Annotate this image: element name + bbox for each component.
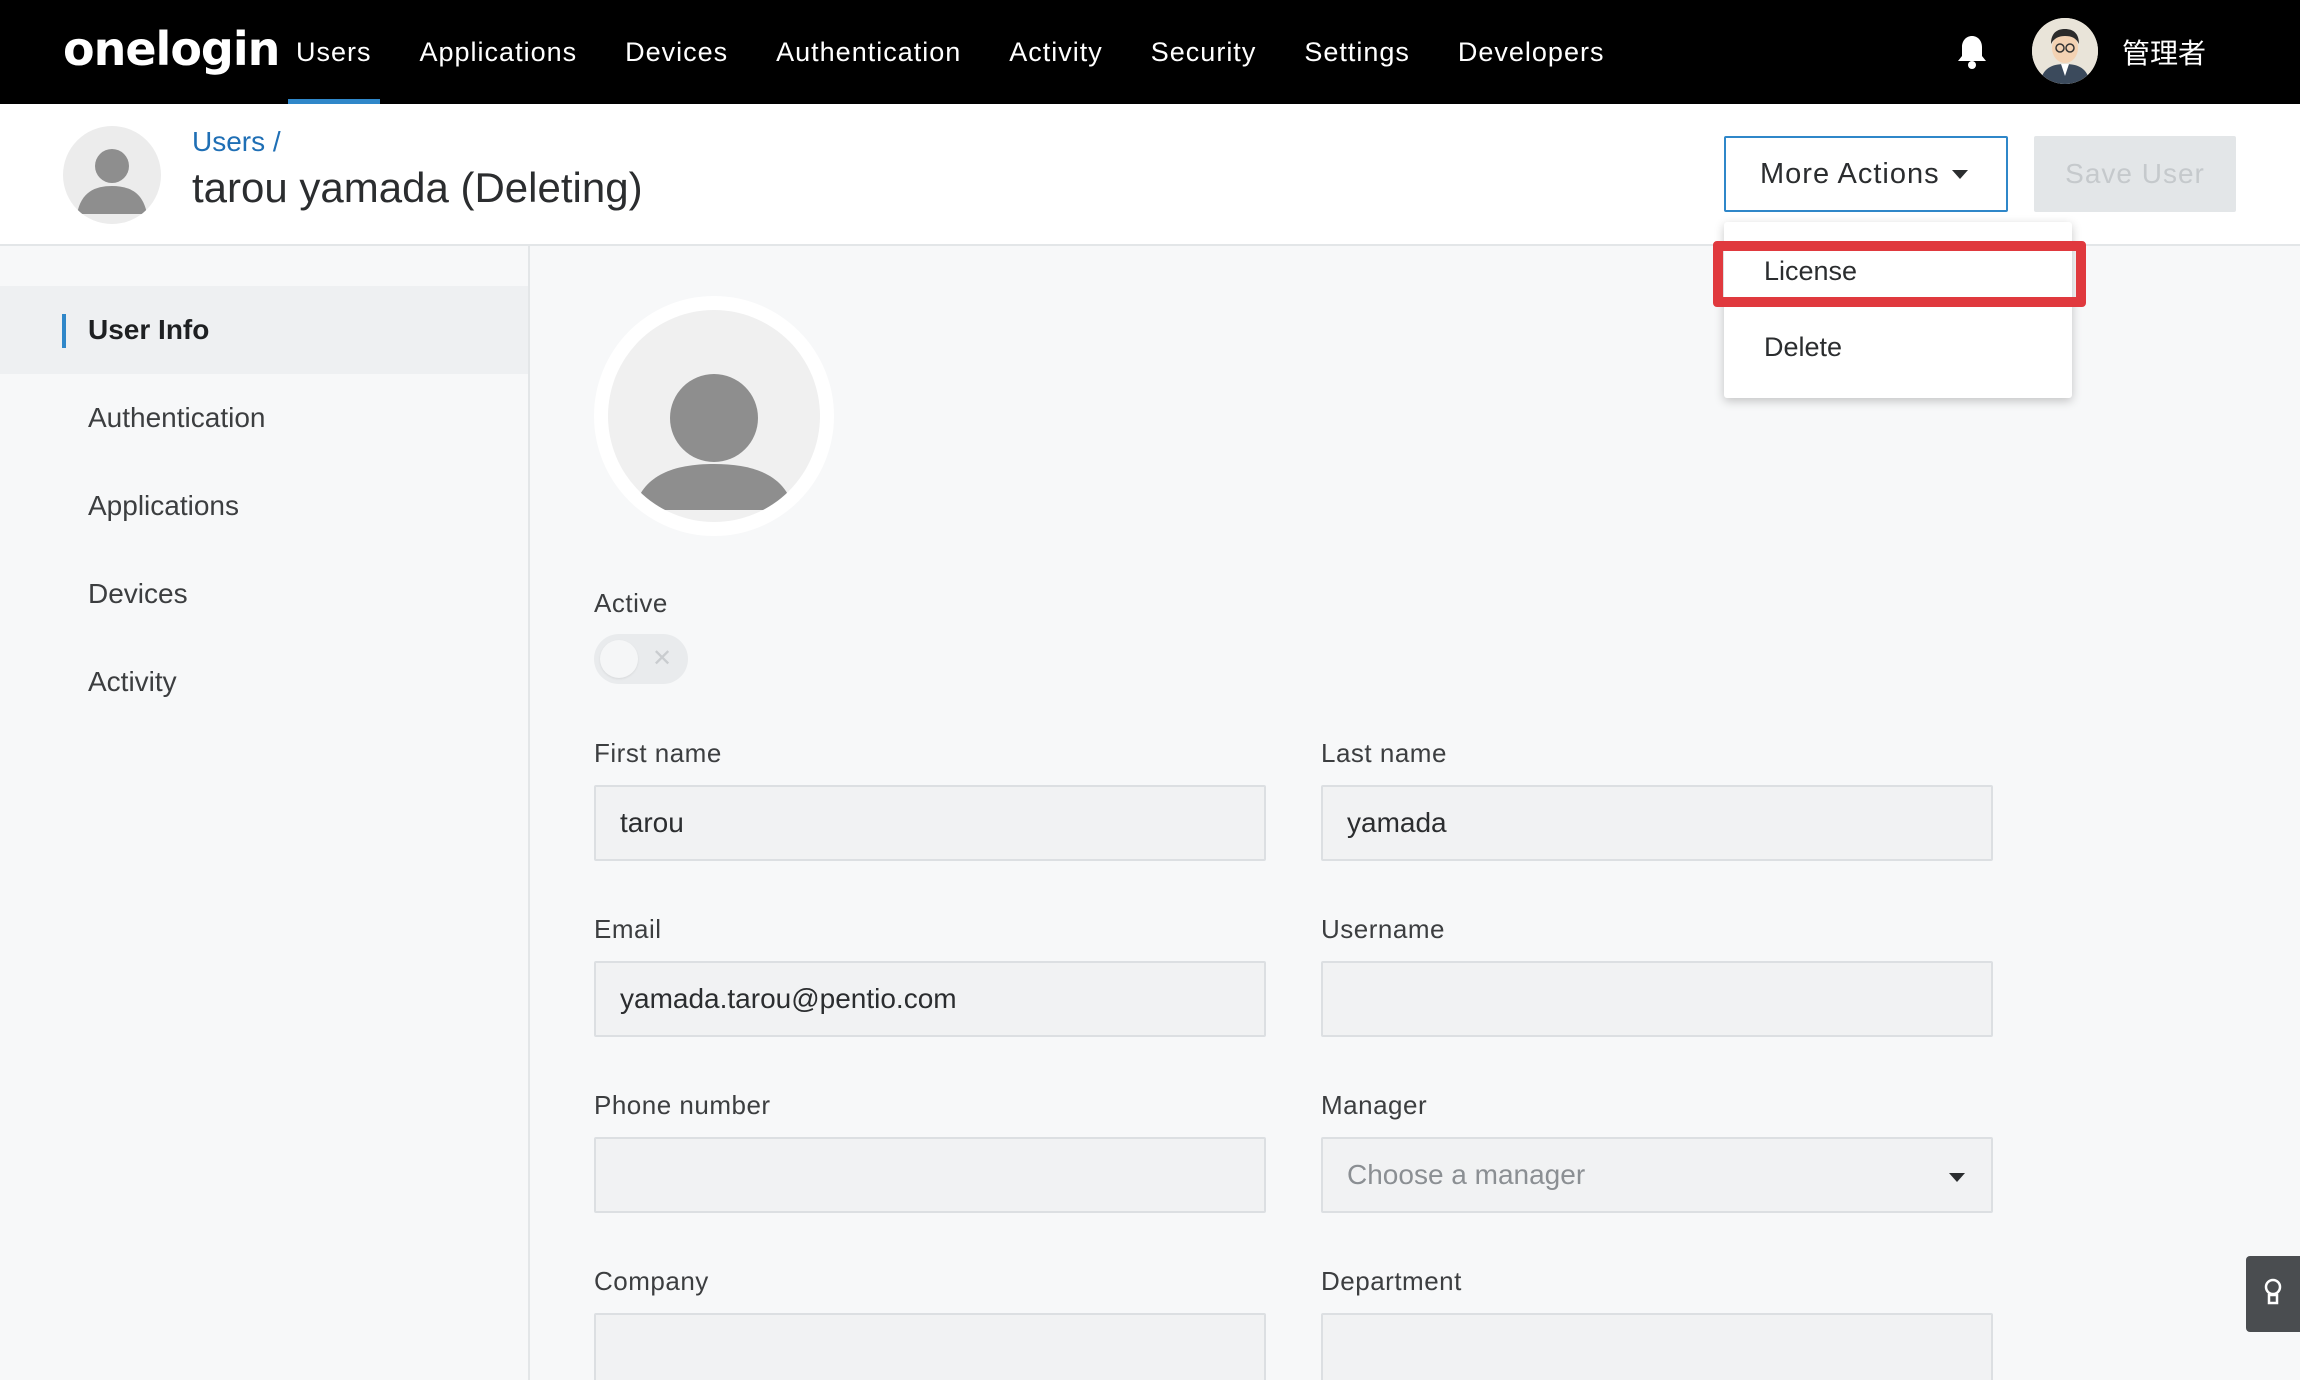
sidebar-item-authentication[interactable]: Authentication (0, 374, 528, 462)
email-field[interactable]: yamada.tarou@pentio.com (594, 961, 1266, 1037)
nav-settings[interactable]: Settings (1296, 0, 1418, 104)
more-actions-label: More Actions (1760, 157, 1940, 190)
bell-icon[interactable] (1956, 34, 1988, 70)
chevron-down-icon (1952, 170, 1968, 179)
profile-photo[interactable] (594, 296, 834, 536)
department-label: Department (1321, 1266, 1462, 1296)
nav-developers[interactable]: Developers (1450, 0, 1613, 104)
department-field[interactable] (1321, 1313, 1993, 1380)
sidebar-item-activity[interactable]: Activity (0, 638, 528, 726)
manager-placeholder: Choose a manager (1347, 1159, 1586, 1190)
chevron-down-icon (1949, 1173, 1965, 1182)
manager-select[interactable]: Choose a manager (1321, 1137, 1993, 1213)
breadcrumb[interactable]: Users / (192, 126, 281, 158)
nav-applications[interactable]: Applications (412, 0, 586, 104)
more-actions-button[interactable]: More Actions (1724, 136, 2008, 212)
last-name-label: Last name (1321, 738, 1447, 768)
nav-users[interactable]: Users (288, 0, 380, 104)
page-title: tarou yamada (Deleting) (192, 164, 643, 211)
user-avatar (63, 126, 161, 224)
main-nav: Users Applications Devices Authenticatio… (288, 0, 1644, 104)
active-label: Active (594, 588, 668, 618)
company-field[interactable] (594, 1313, 1266, 1380)
last-name-field[interactable]: yamada (1321, 785, 1993, 861)
phone-label: Phone number (594, 1090, 771, 1120)
sidebar-item-user-info[interactable]: User Info (0, 286, 528, 374)
admin-name[interactable]: 管理者 (2122, 32, 2206, 72)
more-actions-menu: License Delete (1724, 222, 2072, 398)
phone-field[interactable] (594, 1137, 1266, 1213)
toggle-knob (600, 640, 638, 678)
admin-avatar[interactable] (2032, 18, 2098, 84)
email-label: Email (594, 914, 662, 944)
user-sidebar: User Info Authentication Applications De… (0, 246, 530, 1380)
username-label: Username (1321, 914, 1445, 944)
first-name-label: First name (594, 738, 722, 768)
menu-item-delete[interactable]: Delete (1764, 332, 1842, 363)
nav-authentication[interactable]: Authentication (768, 0, 969, 104)
help-button[interactable] (2246, 1256, 2300, 1332)
manager-label: Manager (1321, 1090, 1428, 1120)
sidebar-item-devices[interactable]: Devices (0, 550, 528, 638)
active-toggle[interactable]: ✕ (594, 634, 688, 684)
lightbulb-icon (2262, 1277, 2284, 1312)
save-user-button[interactable]: Save User (2034, 136, 2236, 212)
username-field[interactable] (1321, 961, 1993, 1037)
top-navbar: onelogin Users Applications Devices Auth… (0, 0, 2300, 104)
first-name-field[interactable]: tarou (594, 785, 1266, 861)
close-icon: ✕ (652, 645, 673, 672)
menu-item-license[interactable]: License (1764, 256, 1857, 287)
nav-devices[interactable]: Devices (617, 0, 736, 104)
sidebar-item-applications[interactable]: Applications (0, 462, 528, 550)
nav-activity[interactable]: Activity (1001, 0, 1111, 104)
onelogin-logo[interactable]: onelogin (63, 22, 280, 76)
company-label: Company (594, 1266, 709, 1296)
nav-security[interactable]: Security (1143, 0, 1265, 104)
